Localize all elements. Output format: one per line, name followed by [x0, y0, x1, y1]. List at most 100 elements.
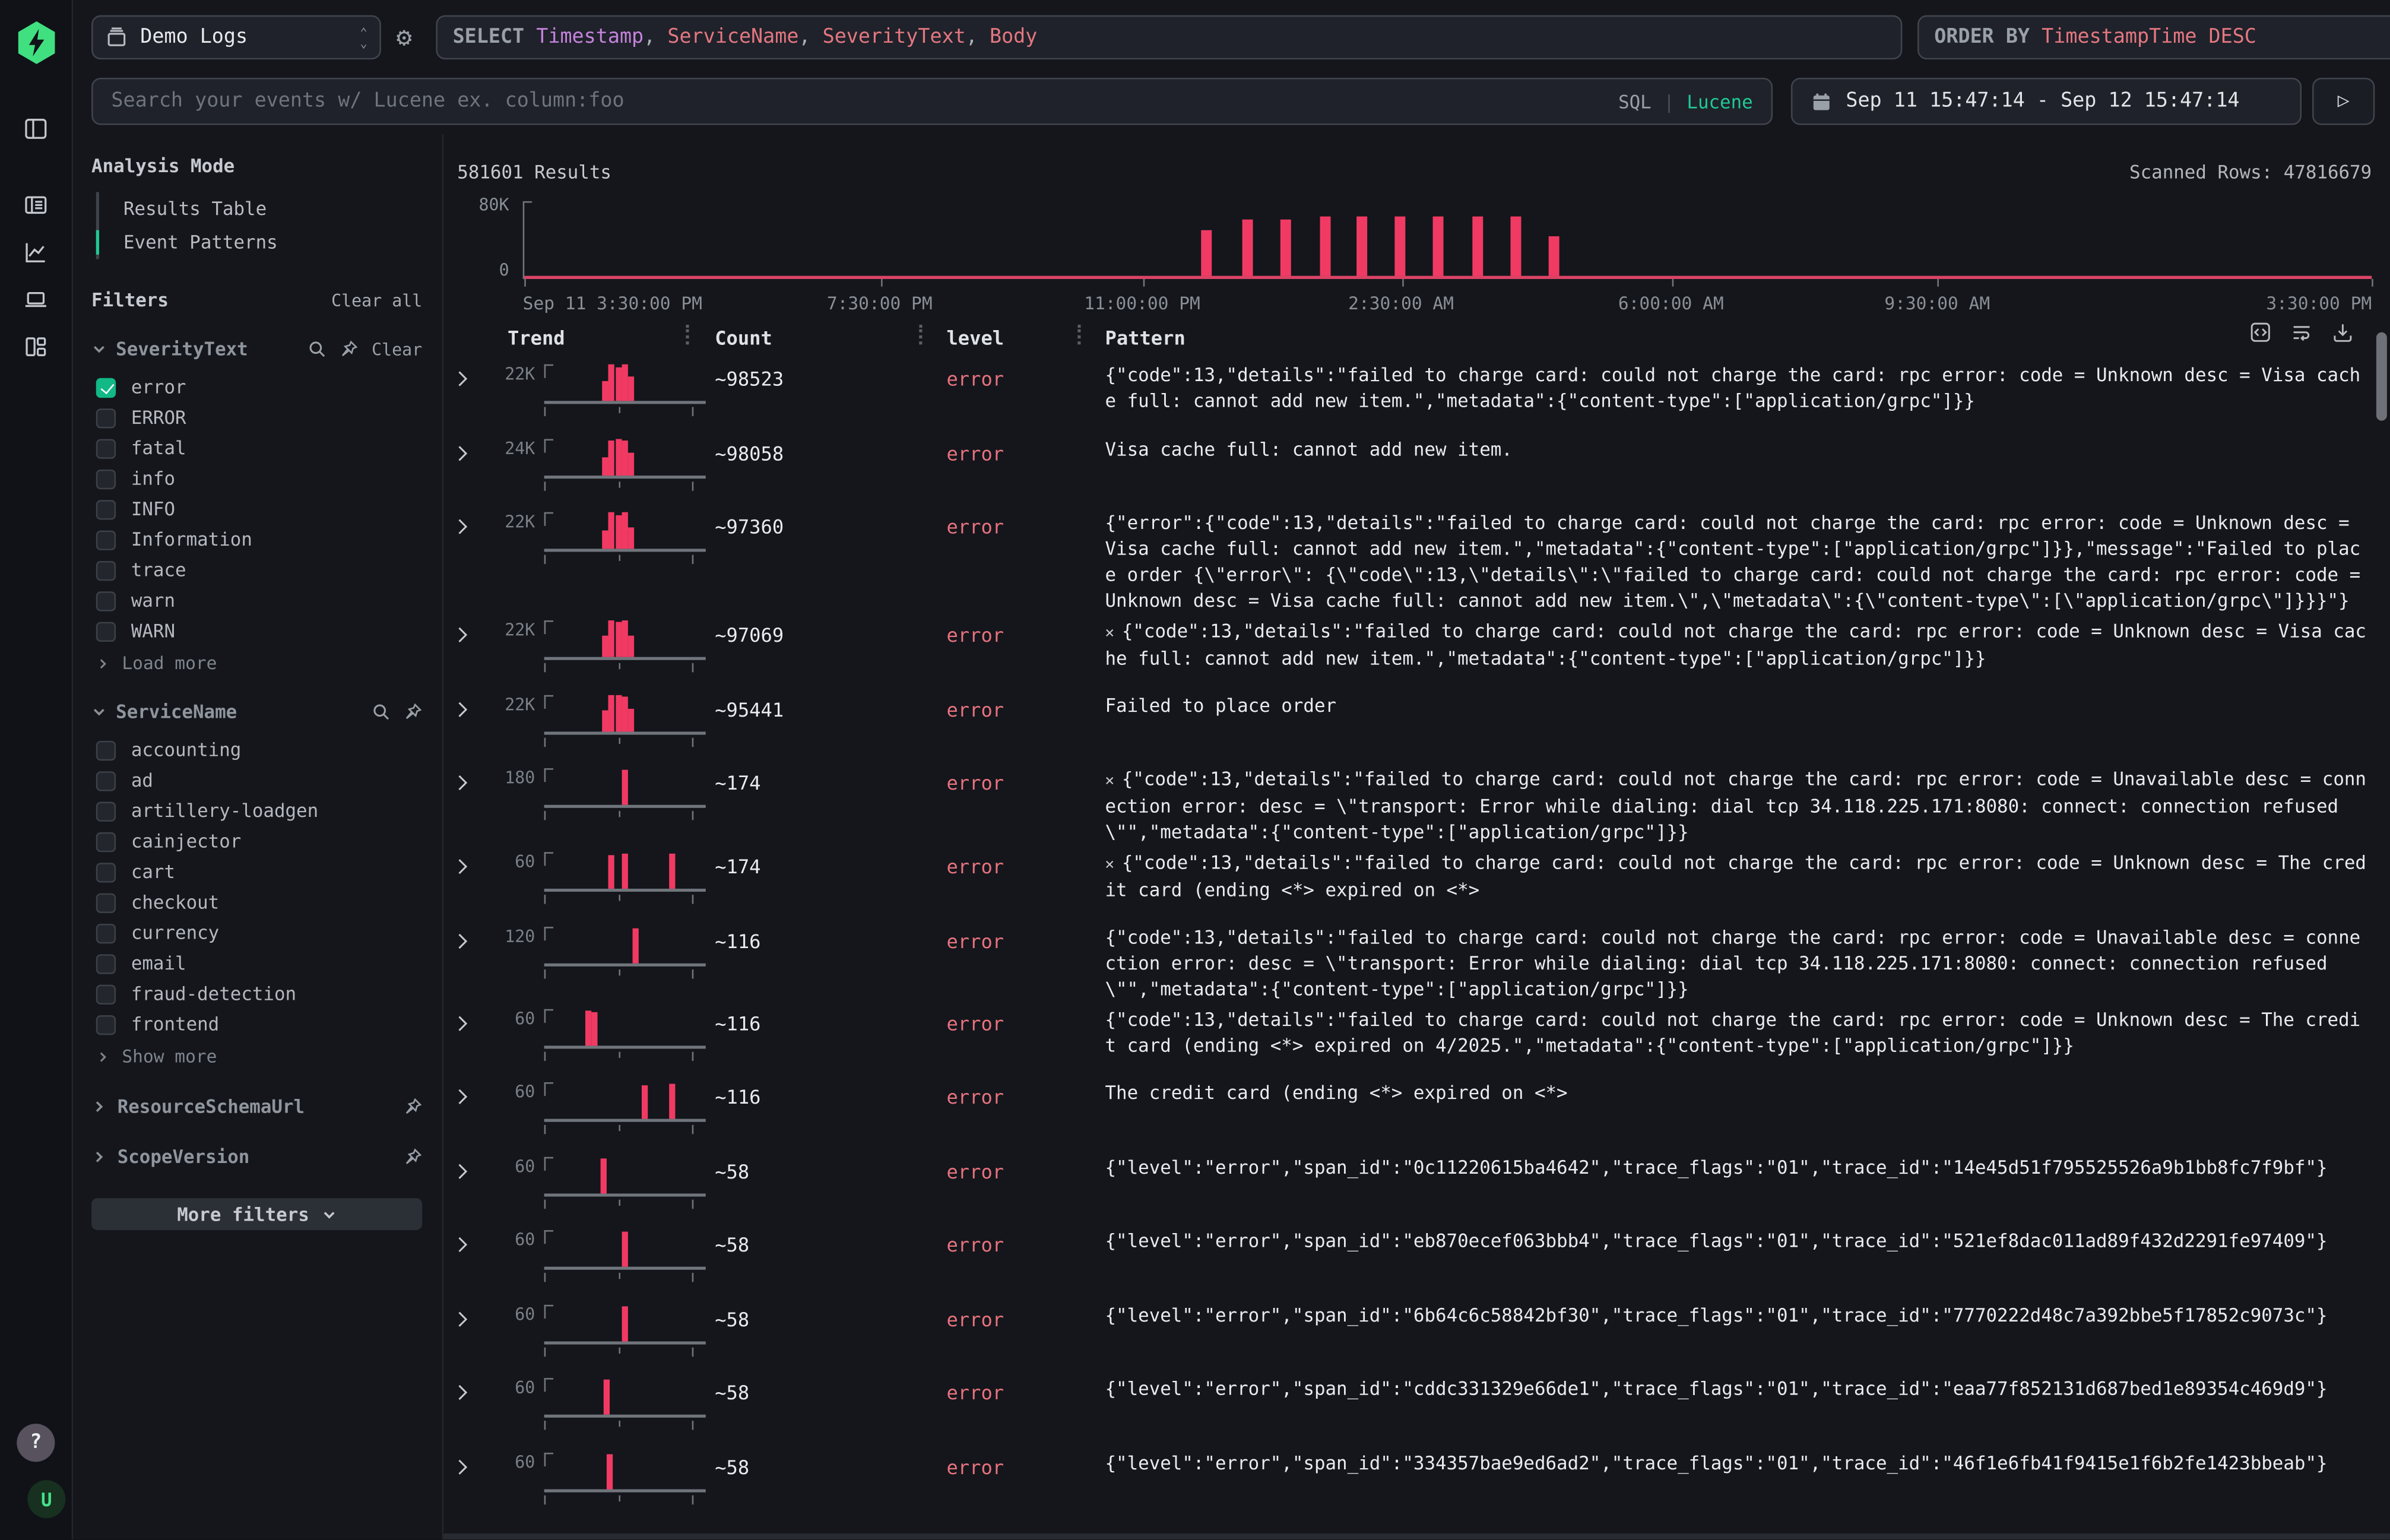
checkbox[interactable]: [96, 408, 116, 427]
row-expand-chevron[interactable]: [456, 617, 486, 645]
filter-option-fraud-detection[interactable]: fraud-detection: [91, 978, 422, 1009]
checkbox[interactable]: [96, 560, 116, 580]
histogram-bar[interactable]: [1202, 230, 1212, 275]
time-range-picker[interactable]: Sep 11 15:47:14 - Sep 12 15:47:14: [1791, 78, 2302, 125]
pattern-cell[interactable]: {"level":"error","span_id":"cddc331329e6…: [1105, 1375, 2369, 1402]
filter-option-currency[interactable]: currency: [91, 918, 422, 948]
pattern-cell[interactable]: The credit card (ending <*> expired on <…: [1105, 1079, 2369, 1107]
pattern-cell[interactable]: ✕{"code":13,"details":"failed to charge …: [1105, 849, 2369, 904]
pattern-cell[interactable]: Failed to place order: [1105, 691, 2369, 718]
pattern-row[interactable]: 180 ~174 error ✕{"code":13,"details":"fa…: [443, 762, 2390, 846]
pattern-row[interactable]: 60 ~58 error {"level":"error","span_id":…: [443, 1372, 2390, 1446]
severity-group-name[interactable]: SeverityText: [116, 338, 248, 360]
dismiss-x-mark[interactable]: ✕: [1105, 773, 1114, 790]
column-resize-handle[interactable]: [1077, 325, 1080, 344]
filter-option-accounting[interactable]: accounting: [91, 735, 422, 765]
checkbox[interactable]: [96, 621, 116, 641]
select-clause-editor[interactable]: SELECT Timestamp, ServiceName, SeverityT…: [436, 15, 1902, 59]
row-expand-chevron[interactable]: [456, 765, 486, 793]
row-expand-chevron[interactable]: [456, 362, 486, 389]
col-pattern[interactable]: Pattern: [1105, 326, 2369, 349]
filter-option-trace[interactable]: trace: [91, 555, 422, 585]
analysis-mode-results-table[interactable]: Results Table: [99, 192, 422, 226]
severity-group-header[interactable]: SeverityText Clear: [91, 338, 422, 360]
clear-all-filters-link[interactable]: Clear all: [331, 290, 422, 310]
checkbox[interactable]: [96, 923, 116, 943]
pattern-cell[interactable]: {"error":{"code":13,"details":"failed to…: [1105, 509, 2369, 614]
vertical-scrollbar-thumb[interactable]: [2376, 332, 2387, 421]
pattern-row[interactable]: 22K ~95441 error Failed to place order: [443, 688, 2390, 762]
checkbox[interactable]: [96, 771, 116, 790]
source-settings-gear-icon[interactable]: ⚙: [397, 24, 424, 52]
row-expand-chevron[interactable]: [456, 509, 486, 537]
pattern-row[interactable]: 22K ~98523 error {"code":13,"details":"f…: [443, 358, 2390, 432]
filter-option-information[interactable]: Information: [91, 524, 422, 554]
row-expand-chevron[interactable]: [456, 1301, 486, 1328]
pattern-row[interactable]: 60 ~116 error The credit card (ending <*…: [443, 1076, 2390, 1151]
pattern-row[interactable]: 22K ~97069 error ✕{"code":13,"details":"…: [443, 614, 2390, 689]
row-expand-chevron[interactable]: [456, 1449, 486, 1476]
pattern-row[interactable]: 60 ~58 error {"level":"error","span_id":…: [443, 1446, 2390, 1520]
hyperdx-logo-icon[interactable]: [16, 21, 56, 64]
pattern-cell[interactable]: Visa cache full: cannot add new item.: [1105, 435, 2369, 462]
dismiss-x-mark[interactable]: ✕: [1105, 625, 1114, 642]
checkbox[interactable]: [96, 591, 116, 610]
histogram-plot[interactable]: [523, 201, 2372, 279]
event-search-input[interactable]: Search your events w/ Lucene ex. column:…: [91, 78, 1773, 125]
toggle-lucene[interactable]: Lucene: [1687, 91, 1752, 112]
filter-option-fatal[interactable]: fatal: [91, 433, 422, 463]
toggle-sql[interactable]: SQL: [1618, 91, 1652, 112]
download-icon[interactable]: [2332, 322, 2353, 343]
sessions-icon[interactable]: [21, 284, 51, 314]
row-expand-chevron[interactable]: [456, 691, 486, 718]
pattern-row[interactable]: 60 ~58 error {"level":"error","span_id":…: [443, 1150, 2390, 1224]
filter-option-cart[interactable]: cart: [91, 857, 422, 887]
histogram-bar[interactable]: [1320, 217, 1330, 276]
histogram-bar[interactable]: [1242, 219, 1253, 276]
user-avatar[interactable]: U: [27, 1480, 65, 1518]
resourceschemaurl-group-header[interactable]: ResourceSchemaUrl: [91, 1096, 422, 1117]
histogram-bar[interactable]: [1281, 220, 1292, 276]
col-level[interactable]: level: [946, 326, 1105, 349]
text-wrap-icon[interactable]: [2291, 322, 2312, 343]
checkbox[interactable]: [96, 530, 116, 549]
row-expand-chevron[interactable]: [456, 923, 486, 950]
pattern-row[interactable]: 60 ~58 error {"level":"error","span_id":…: [443, 1298, 2390, 1372]
filter-option-artillery-loadgen[interactable]: artillery-loadgen: [91, 796, 422, 826]
row-expand-chevron[interactable]: [456, 1079, 486, 1107]
filter-option-error[interactable]: ERROR: [91, 403, 422, 433]
row-expand-chevron[interactable]: [456, 435, 486, 462]
service-group-name[interactable]: ServiceName: [116, 701, 237, 723]
checkbox[interactable]: [96, 862, 116, 882]
run-query-button[interactable]: ▷: [2312, 78, 2375, 125]
checkbox[interactable]: [96, 953, 116, 973]
filter-option-checkout[interactable]: checkout: [91, 887, 422, 917]
histogram-bar[interactable]: [1356, 217, 1367, 276]
checkbox[interactable]: [96, 832, 116, 851]
column-resize-handle[interactable]: [686, 325, 689, 344]
pattern-row[interactable]: 120 ~116 error {"code":13,"details":"fai…: [443, 920, 2390, 1003]
filter-option-info[interactable]: INFO: [91, 494, 422, 524]
checkbox[interactable]: [96, 801, 116, 820]
view-source-code-icon[interactable]: [2250, 322, 2271, 343]
dashboards-icon[interactable]: [21, 331, 51, 361]
search-logs-icon[interactable]: [21, 189, 51, 219]
filter-option-error[interactable]: error: [91, 372, 422, 402]
more-filters-button[interactable]: More filters: [91, 1198, 422, 1230]
results-histogram[interactable]: 80K 0 Sep 11 3:30:00 PM7:30:00 PM11:00:0…: [457, 195, 2372, 305]
pattern-cell[interactable]: ✕{"code":13,"details":"failed to charge …: [1105, 765, 2369, 846]
checkbox[interactable]: [96, 984, 116, 1003]
histogram-bar[interactable]: [1396, 217, 1406, 276]
pattern-cell[interactable]: {"code":13,"details":"failed to charge c…: [1105, 923, 2369, 1003]
filter-option-frontend[interactable]: frontend: [91, 1009, 422, 1040]
service-group-header[interactable]: ServiceName: [91, 701, 422, 723]
severity-clear-link[interactable]: Clear: [372, 339, 422, 359]
row-expand-chevron[interactable]: [456, 1153, 486, 1180]
pattern-row[interactable]: 60 ~174 error ✕{"code":13,"details":"fai…: [443, 846, 2390, 920]
column-resize-handle[interactable]: [919, 325, 922, 344]
filter-option-ad[interactable]: ad: [91, 765, 422, 796]
pattern-cell[interactable]: {"level":"error","span_id":"6b64c6c58842…: [1105, 1301, 2369, 1328]
checkbox[interactable]: [96, 469, 116, 489]
service-search-icon[interactable]: [372, 703, 390, 721]
severity-load-more[interactable]: Load more: [91, 647, 422, 674]
